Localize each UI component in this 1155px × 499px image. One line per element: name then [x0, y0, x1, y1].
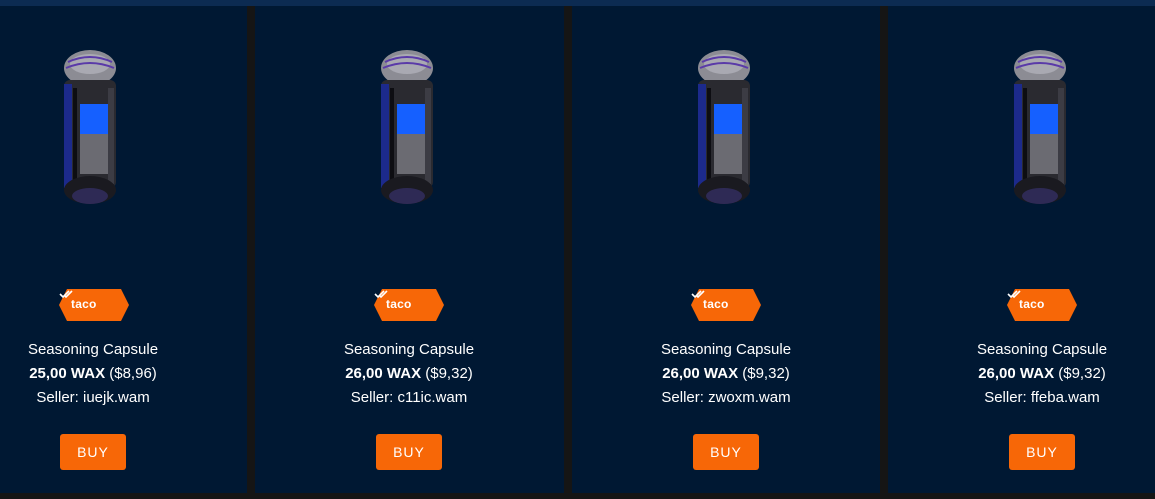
capsule-image [1014, 50, 1066, 204]
price-usd: ($8,96) [109, 365, 157, 382]
price-wax: 26,00 WAX [662, 365, 739, 382]
listing-card[interactable]: taco Seasoning Capsule 26,00 WAX ($9,32)… [255, 6, 564, 493]
listing-card[interactable]: taco Seasoning Capsule 26,00 WAX ($9,32)… [572, 6, 880, 493]
badge-label: taco [386, 297, 412, 311]
buy-button[interactable]: BUY [376, 434, 442, 470]
buy-button[interactable]: BUY [1009, 434, 1075, 470]
double-check-icon [1007, 290, 1021, 299]
item-name: Seasoning Capsule [27, 341, 159, 358]
price-wax: 25,00 WAX [29, 365, 106, 382]
item-image[interactable] [0, 48, 247, 208]
item-price: 26,00 WAX ($9,32) [576, 365, 876, 383]
badge-label: taco [703, 297, 729, 311]
item-image[interactable] [572, 48, 880, 208]
seller-label: Seller: zwoxm.wam [661, 389, 791, 406]
buy-button[interactable]: BUY [693, 434, 759, 470]
seller-label: Seller: c11ic.wam [350, 389, 468, 406]
price-usd: ($9,32) [425, 365, 473, 382]
capsule-image [381, 50, 433, 204]
capsule-image [64, 50, 116, 204]
item-name: Seasoning Capsule [976, 341, 1108, 358]
badge-label: taco [1019, 297, 1045, 311]
price-wax: 26,00 WAX [345, 365, 422, 382]
listing-grid: taco Seasoning Capsule 25,00 WAX ($8,96)… [0, 6, 1155, 493]
item-name: Seasoning Capsule [660, 341, 792, 358]
seller-label: Seller: iuejk.wam [36, 389, 150, 406]
item-price: 25,00 WAX ($8,96) [0, 365, 243, 383]
double-check-icon [59, 290, 73, 299]
item-price: 26,00 WAX ($9,32) [259, 365, 559, 383]
price-usd: ($9,32) [742, 365, 790, 382]
badge-label: taco [71, 297, 97, 311]
double-check-icon [374, 290, 388, 299]
listing-card[interactable]: taco Seasoning Capsule 26,00 WAX ($9,32)… [888, 6, 1155, 493]
collection-badge[interactable]: taco [1007, 289, 1077, 321]
item-price: 26,00 WAX ($9,32) [892, 365, 1155, 383]
collection-badge[interactable]: taco [374, 289, 444, 321]
listing-card[interactable]: taco Seasoning Capsule 25,00 WAX ($8,96)… [0, 6, 247, 493]
price-wax: 26,00 WAX [978, 365, 1055, 382]
item-image[interactable] [255, 48, 564, 208]
double-check-icon [691, 290, 705, 299]
collection-badge[interactable]: taco [59, 289, 129, 321]
capsule-image [698, 50, 750, 204]
collection-badge[interactable]: taco [691, 289, 761, 321]
item-image[interactable] [888, 48, 1155, 208]
item-name: Seasoning Capsule [343, 341, 475, 358]
buy-button[interactable]: BUY [60, 434, 126, 470]
seller-label: Seller: ffeba.wam [984, 389, 1100, 406]
price-usd: ($9,32) [1058, 365, 1106, 382]
